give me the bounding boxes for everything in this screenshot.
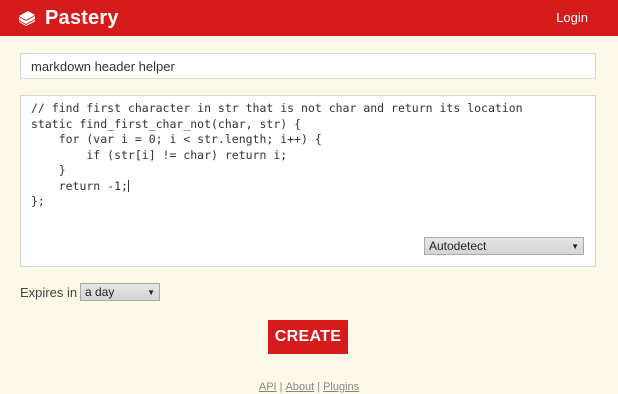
code-line: for (var i = 0; i < str.length; i++) { <box>31 132 322 146</box>
code-line: } <box>31 163 66 177</box>
code-editor[interactable]: // find first character in str that is n… <box>20 95 596 267</box>
expires-select-value: a day <box>85 285 115 299</box>
code-line: if (str[i] != char) return i; <box>31 147 288 162</box>
expires-select[interactable]: a day ▼ <box>80 283 160 301</box>
language-select[interactable]: Autodetect ▼ <box>424 237 584 255</box>
brand-home-link[interactable]: Pastery <box>18 6 119 30</box>
code-line: static find_first_char_not(char, str) { <box>31 116 302 131</box>
footer-link-plugins[interactable]: Plugins <box>323 381 359 393</box>
code-line: return -1; <box>31 178 128 193</box>
footer-link-api[interactable]: API <box>259 381 277 393</box>
code-line: }; <box>31 194 45 208</box>
language-select-value: Autodetect <box>429 239 487 253</box>
cake-slice-icon <box>18 10 36 26</box>
create-button[interactable]: CREATE <box>268 320 348 354</box>
footer-link-about[interactable]: About <box>285 381 314 393</box>
login-link[interactable]: Login <box>556 10 588 25</box>
brand-name: Pastery <box>45 6 119 29</box>
footer-links: API | About | Plugins <box>0 381 618 393</box>
dropdown-arrow-icon: ▼ <box>571 241 579 251</box>
paste-title-input[interactable] <box>20 53 596 79</box>
footer-separator: | <box>317 381 321 393</box>
footer-separator: | <box>279 381 283 393</box>
code-line: // find first character in str that is n… <box>31 101 523 115</box>
expires-label: Expires in <box>20 285 78 300</box>
dropdown-arrow-icon: ▼ <box>147 287 155 297</box>
text-caret <box>127 179 129 192</box>
top-navbar: Pastery Login <box>0 0 618 36</box>
